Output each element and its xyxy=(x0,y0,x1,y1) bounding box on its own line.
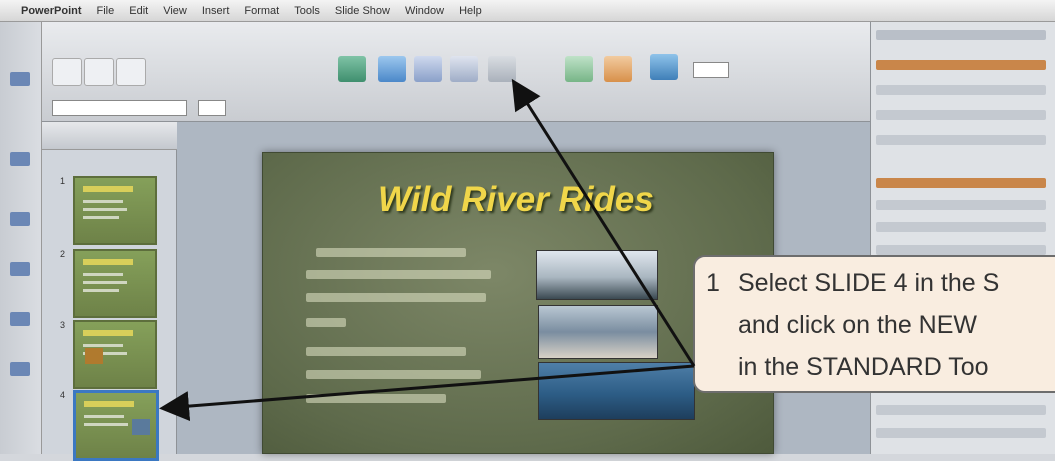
slide-number: 3 xyxy=(60,320,66,330)
toolbox-button[interactable] xyxy=(650,54,678,80)
slide-thumbnail-4[interactable] xyxy=(73,390,159,461)
font-size-field[interactable] xyxy=(198,100,226,116)
callout-line-2: and click on the NEW xyxy=(738,311,977,339)
menu-help[interactable]: Help xyxy=(459,5,482,17)
menu-window[interactable]: Window xyxy=(405,5,444,17)
left-tool-strip xyxy=(0,22,42,454)
menu-edit[interactable]: Edit xyxy=(129,5,148,17)
shapes-button[interactable] xyxy=(565,56,593,82)
palette-section-header[interactable] xyxy=(876,60,1046,70)
table-button[interactable] xyxy=(450,56,478,82)
save-button[interactable] xyxy=(116,58,146,86)
jetski-photo xyxy=(538,362,695,420)
menu-view[interactable]: View xyxy=(163,5,187,17)
bullet-text-line xyxy=(306,347,466,356)
new-presentation-button[interactable] xyxy=(52,58,82,86)
tool-icon[interactable] xyxy=(10,212,30,226)
bullet-text-line xyxy=(306,318,346,327)
palette-row[interactable] xyxy=(876,110,1046,120)
open-button[interactable] xyxy=(84,58,114,86)
tool-icon[interactable] xyxy=(10,152,30,166)
new-slide-button[interactable] xyxy=(338,56,366,82)
bullet-text-line xyxy=(306,293,486,302)
tool-icon[interactable] xyxy=(10,312,30,326)
callout-line-3: in the STANDARD Too xyxy=(738,353,989,381)
bullet-text-line xyxy=(306,394,446,403)
tool-icon[interactable] xyxy=(10,262,30,276)
menu-bar: PowerPoint File Edit View Insert Format … xyxy=(0,0,1055,22)
bullet-text-line xyxy=(306,370,481,379)
palette-row[interactable] xyxy=(876,85,1046,95)
media-button[interactable] xyxy=(604,56,632,82)
slide-thumbnail-2[interactable] xyxy=(73,249,157,318)
bullet-text-line xyxy=(306,270,491,279)
format-button[interactable] xyxy=(414,56,442,82)
rapids-photo xyxy=(538,305,658,359)
slides-panel-header xyxy=(42,122,177,150)
bullet-text-line xyxy=(316,248,466,257)
palette-row[interactable] xyxy=(876,405,1046,415)
slide-number: 4 xyxy=(60,390,66,400)
palette-section-header[interactable] xyxy=(876,178,1046,188)
palette-row[interactable] xyxy=(876,428,1046,438)
tool-icon[interactable] xyxy=(10,362,30,376)
palette-toolbar[interactable] xyxy=(876,30,1046,40)
font-name-field[interactable] xyxy=(52,100,187,116)
palette-row[interactable] xyxy=(876,245,1046,255)
layout-button[interactable] xyxy=(378,56,406,82)
menu-file[interactable]: File xyxy=(97,5,115,17)
menu-insert[interactable]: Insert xyxy=(202,5,230,17)
menu-slide-show[interactable]: Slide Show xyxy=(335,5,390,17)
palette-row[interactable] xyxy=(876,135,1046,145)
palette-row[interactable] xyxy=(876,200,1046,210)
tool-icon[interactable] xyxy=(10,72,30,86)
slide-title[interactable]: Wild River Rides xyxy=(378,180,654,220)
palette-row[interactable] xyxy=(876,222,1046,232)
app-menu[interactable]: PowerPoint xyxy=(21,5,82,17)
callout-step-number: 1 xyxy=(706,269,720,297)
menu-tools[interactable]: Tools xyxy=(294,5,320,17)
slide-thumbnail-1[interactable] xyxy=(73,176,157,245)
picture-button[interactable] xyxy=(488,56,516,82)
slide-number: 2 xyxy=(60,249,66,259)
raft-photo xyxy=(536,250,658,300)
slide-number: 1 xyxy=(60,176,66,186)
zoom-field[interactable] xyxy=(693,62,729,78)
slide-thumbnail-3[interactable] xyxy=(73,320,157,389)
callout-line-1: Select SLIDE 4 in the S xyxy=(738,269,1000,297)
menu-format[interactable]: Format xyxy=(244,5,279,17)
